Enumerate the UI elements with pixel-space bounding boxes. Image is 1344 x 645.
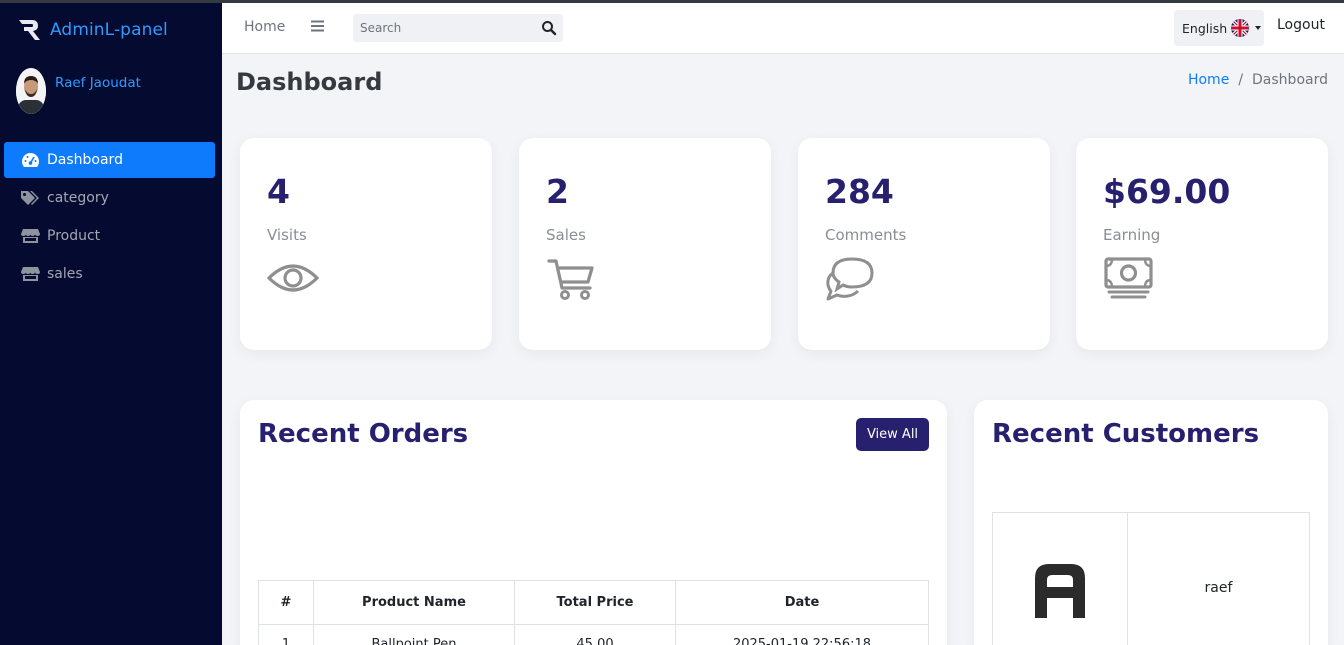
column-header: Total Price	[514, 580, 676, 625]
sidebar-item-label: Dashboard	[47, 152, 123, 168]
user-panel[interactable]: Raef Jaoudat	[16, 68, 141, 114]
recent-orders-panel: Recent Orders View All # Product Name To…	[240, 400, 947, 645]
sidebar: AdminL-panel Raef Jaoudat Dashboard cate	[0, 3, 222, 645]
chevron-down-icon	[1255, 26, 1262, 30]
store-icon	[20, 228, 40, 244]
brand[interactable]: AdminL-panel	[16, 13, 168, 47]
table-cell: Ballpoint Pen	[313, 624, 515, 645]
table-cell: 2025-01-19 22:56:18	[675, 624, 929, 645]
sidebar-item-product[interactable]: Product	[4, 218, 215, 254]
search-box	[353, 14, 563, 42]
recent-orders-title: Recent Orders	[258, 419, 469, 449]
avatar	[16, 68, 46, 114]
stat-card-earning: $69.00 Earning	[1076, 138, 1328, 350]
tachometer-icon	[20, 152, 40, 168]
stat-value: 4	[267, 172, 290, 211]
customer-avatar: A	[1035, 563, 1085, 618]
sidebar-item-label: Product	[47, 228, 101, 244]
sidebar-nav: Dashboard category Product sales	[4, 142, 215, 294]
uk-flag-icon	[1231, 19, 1250, 37]
comments-icon	[826, 257, 874, 301]
stat-label: Visits	[267, 226, 307, 244]
breadcrumb-home-link[interactable]: Home	[1188, 72, 1229, 88]
stat-card-visits: 4 Visits	[240, 138, 492, 350]
sidebar-item-category[interactable]: category	[4, 180, 215, 216]
header-home-link[interactable]: Home	[244, 19, 285, 35]
stat-value: 2	[546, 172, 569, 211]
table-cell: 45.00	[514, 624, 676, 645]
sidebar-item-label: sales	[47, 266, 83, 282]
sidebar-item-label: category	[47, 190, 109, 206]
page-title: Dashboard	[236, 68, 383, 96]
store-icon	[20, 266, 40, 282]
recent-customers-title: Recent Customers	[992, 419, 1260, 449]
top-navbar: Home English Logout	[222, 3, 1344, 54]
column-header: Product Name	[313, 580, 515, 625]
customer-avatar-cell: A	[992, 512, 1128, 645]
language-dropdown[interactable]: English	[1174, 10, 1264, 46]
user-name: Raef Jaoudat	[55, 75, 141, 91]
stat-label: Earning	[1103, 226, 1161, 244]
money-bill-icon	[1104, 257, 1153, 299]
brand-name: AdminL-panel	[50, 20, 168, 40]
table-row[interactable]: A raef	[992, 512, 1310, 645]
sidebar-item-sales[interactable]: sales	[4, 256, 215, 292]
column-header: Date	[675, 580, 929, 625]
table-header-row: # Product Name Total Price Date	[258, 580, 929, 625]
recent-customers-panel: Recent Customers A raef	[974, 400, 1328, 645]
recent-orders-table: # Product Name Total Price Date 1 Ballpo…	[258, 580, 929, 645]
stat-label: Comments	[825, 226, 907, 244]
column-header: #	[258, 580, 314, 625]
table-row[interactable]: 1 Ballpoint Pen 45.00 2025-01-19 22:56:1…	[258, 624, 929, 645]
stat-card-sales: 2 Sales	[519, 138, 771, 350]
table-cell: 1	[258, 624, 314, 645]
search-icon[interactable]	[541, 20, 557, 36]
stat-card-comments: 284 Comments	[798, 138, 1050, 350]
brand-logo-icon	[19, 20, 40, 40]
breadcrumb-current: Dashboard	[1252, 72, 1328, 88]
sidebar-item-dashboard[interactable]: Dashboard	[4, 142, 215, 178]
language-label: English	[1182, 20, 1228, 36]
stat-value: $69.00	[1103, 172, 1231, 211]
logout-link[interactable]: Logout	[1277, 17, 1325, 33]
tags-icon	[20, 190, 40, 206]
hamburger-menu-icon[interactable]	[310, 18, 326, 34]
eye-icon	[267, 264, 319, 292]
recent-customers-table: A raef	[992, 512, 1310, 645]
stat-value: 284	[825, 172, 894, 211]
breadcrumb-separator: /	[1238, 72, 1244, 88]
search-input[interactable]	[353, 14, 533, 42]
customer-name: raef	[1127, 512, 1310, 645]
cart-icon	[547, 259, 594, 300]
stat-label: Sales	[546, 226, 586, 244]
view-all-button[interactable]: View All	[856, 418, 929, 451]
breadcrumb: Home / Dashboard	[1188, 72, 1328, 88]
